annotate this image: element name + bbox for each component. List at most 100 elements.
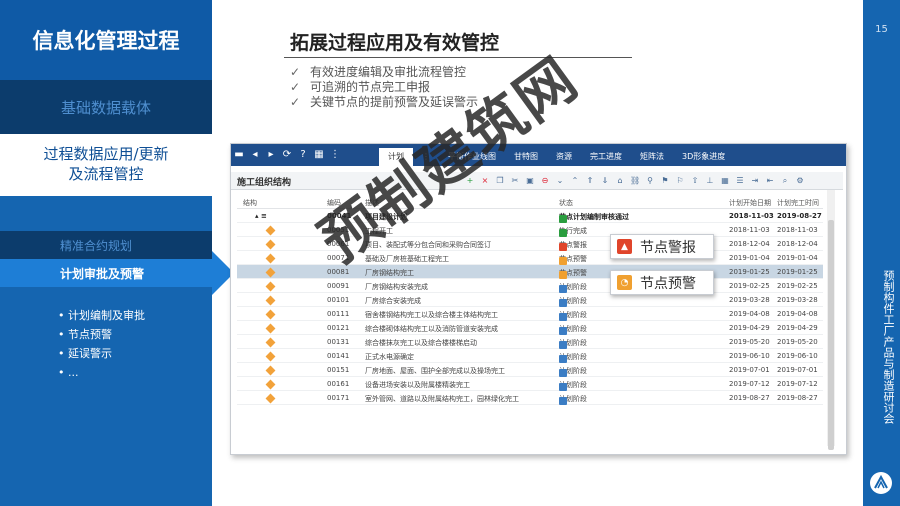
cell-status: 计划阶段 [559,296,587,307]
app-window: ▬ ◂ ▸ ⟳? ▦ ⋮ 计划 ⋮ 平衡作业线图 甘特图 资源 完工进度 矩阵法 3D形象进度 施工组织… [230,143,847,455]
search-icon[interactable]: ⌕ [780,175,790,186]
bullet-item: • 计划编制及审批 [58,309,145,322]
status-icon [559,383,567,391]
table-row[interactable]: 00111 宿舍楼钢结构完工以及综合楼主体结构完工 计划阶段 2019-04-08 20… [237,307,823,321]
scrollbar-thumb[interactable] [828,220,834,450]
cell-plan-start: 2018-12-04 [729,240,770,248]
logo-icon [870,472,892,494]
paste-icon[interactable]: ▣ [525,175,535,186]
table-icon[interactable]: ▦ [314,148,324,162]
nav-bullet-list: • 计划编制及审批 • 节点预警 • 延误警示 •... [58,306,145,382]
pin-icon[interactable]: ⊥ [705,175,715,186]
status-icon [559,313,567,321]
table-row[interactable]: 00081 厂房钢结构完工 节点预警 2019-01-25 2019-01-25 [237,265,823,279]
node-diamond-icon [265,267,276,278]
cell-plan-start: 2019-04-08 [729,310,770,318]
nav-item-base-data[interactable]: 基础数据载体 [0,80,212,134]
panel-title: 施工组织结构 [237,178,292,188]
prev-icon[interactable]: ◂ [250,148,260,162]
view-tab[interactable]: 3D形象进度 [673,148,734,166]
col-header[interactable]: 计划完工时间 [777,198,819,208]
table-row[interactable]: 00101 厂房综合安装完成 计划阶段 2019-03-28 2019-03-28 [237,293,823,307]
refresh-icon[interactable]: ⟳ [282,148,292,162]
cell-status: 计划阶段 [559,380,587,391]
cell-status: 计划阶段 [559,282,587,293]
title-divider [284,57,632,58]
cell-status: 计划阶段 [559,394,587,405]
table-row[interactable]: 00161 设备进场安装以及附属楼精装完工 计划阶段 2019-07-12 2019-0… [237,377,823,391]
node-diamond-icon [265,393,276,404]
import-icon[interactable]: ⇤ [765,175,775,186]
table-row[interactable]: 00141 正式水电源确定 计划阶段 2019-06-10 2019-06-10 [237,349,823,363]
cell-code: 00151 [327,366,350,374]
cell-status: 计划阶段 [559,366,587,377]
cell-plan-end: 2019-03-28 [777,296,818,304]
list-icon[interactable]: ☰ [735,175,745,186]
export-icon[interactable]: ⇥ [750,175,760,186]
cell-plan-start: 2019-06-10 [729,352,770,360]
cell-code: 00161 [327,380,350,388]
cell-plan-start: 2019-07-12 [729,380,770,388]
node-diamond-icon [265,365,276,376]
cut-icon[interactable]: ✂ [510,175,520,186]
cell-code: 00111 [327,310,350,318]
view-tab[interactable]: 矩阵法 [631,148,673,166]
tree-toggle-icon[interactable]: ▴ ≡ [255,212,267,220]
table-row[interactable]: 00091 厂房钢结构安装完成 计划阶段 2019-02-25 2019-02-25 [237,279,823,293]
filter-icon[interactable]: ⚲ [645,175,655,186]
expand-down-icon[interactable]: ⌄ [555,175,565,186]
status-icon [559,369,567,377]
calendar-icon[interactable]: ▦ [720,175,730,186]
col-header[interactable]: 状态 [559,198,573,208]
upload-icon[interactable]: ⇧ [690,175,700,186]
node-diamond-icon [265,225,276,236]
cell-plan-start: 2018-11-03 [729,226,770,234]
flag-alt-icon[interactable]: ⚐ [675,175,685,186]
bullet-item: •... [58,366,79,379]
left-nav-panel: 信息化管理过程 基础数据载体 过程数据应用/更新 及流程管控 精准合约规划 计划… [0,0,212,506]
nav-subitem-plan-approval[interactable]: 计划审批及预警 [0,259,212,287]
help-icon[interactable]: ? [298,148,308,162]
flag-icon[interactable]: ⚑ [660,175,670,186]
move-down-icon[interactable]: ⇓ [600,175,610,186]
warning-icon: ◔ [617,275,632,290]
col-header[interactable]: 结构 [243,198,257,208]
cell-description: 厂房钢结构完工 [365,269,414,277]
next-icon[interactable]: ▸ [266,148,276,162]
node-diamond-icon [265,337,276,348]
app-top-toolbar: ▬ ◂ ▸ ⟳? ▦ ⋮ 计划 ⋮ 平衡作业线图 甘特图 资源 完工进度 矩阵法 3D形象进度 [231,144,846,166]
check-item: ✓ 有效进度编辑及审批流程管控 [290,65,478,80]
save-icon[interactable]: ▬ [234,148,244,162]
col-header[interactable]: 计划开始日期 [729,198,771,208]
cell-status: 节点预警 [559,254,587,265]
table-row[interactable]: 00121 综合楼砌体结构完工以及消防管道安装完成 计划阶段 2019-04-29 20… [237,321,823,335]
table-row[interactable]: 00171 室外管网、道路以及附属结构完工，园林绿化完工 计划阶段 2019-08-2… [237,391,823,405]
link-icon[interactable]: ⛓ [630,175,640,186]
vertical-scrollbar[interactable] [827,190,835,450]
copy-icon[interactable]: ❐ [495,175,505,186]
cell-code: 00141 [327,352,350,360]
view-tab[interactable]: 资源 [547,148,581,166]
cell-status: 计划阶段 [559,324,587,335]
panel-tool-icons: + × ❐ ✂ ▣ ⊖ ⌄ ⌃ ⇑ ⇓ ⌂ ⛓ ⚲ ⚑ ⚐ ⇧ ⊥ ▦ ☰ ⇥ [465,175,805,186]
node-diamond-icon [265,253,276,264]
node-diamond-icon [265,295,276,306]
home-icon[interactable]: ⌂ [615,175,625,186]
cell-plan-start: 2019-07-01 [729,366,770,374]
gear-icon[interactable]: ⚙ [795,175,805,186]
cell-description: 室外管网、道路以及附属结构完工，园林绿化完工 [365,395,519,403]
table-row[interactable]: 00131 综合楼抹灰完工以及综合楼楼梯启动 计划阶段 2019-05-20 2019-… [237,335,823,349]
remove-icon[interactable]: ⊖ [540,175,550,186]
bullet-text: 节点预警 [68,328,112,341]
collapse-up-icon[interactable]: ⌃ [570,175,580,186]
table-row[interactable]: 00151 厂房地面、屋面、围护全部完成以及操场完工 计划阶段 2019-07-01 2… [237,363,823,377]
view-tab[interactable]: 完工进度 [581,148,631,166]
nav-item-process-data[interactable]: 过程数据应用/更新 及流程管控 [0,134,212,196]
node-diamond-icon [265,323,276,334]
move-up-icon[interactable]: ⇑ [585,175,595,186]
cell-description: 综合楼抹灰完工以及综合楼楼梯启动 [365,339,477,347]
cell-plan-end: 2019-07-12 [777,380,818,388]
menu-icon[interactable]: ⋮ [330,148,340,162]
table-row[interactable]: 00071 基础及厂房桩基础工程完工 节点预警 2019-01-04 2019-01-0… [237,251,823,265]
nav-subitem-contract-planning[interactable]: 精准合约规划 [0,231,212,259]
